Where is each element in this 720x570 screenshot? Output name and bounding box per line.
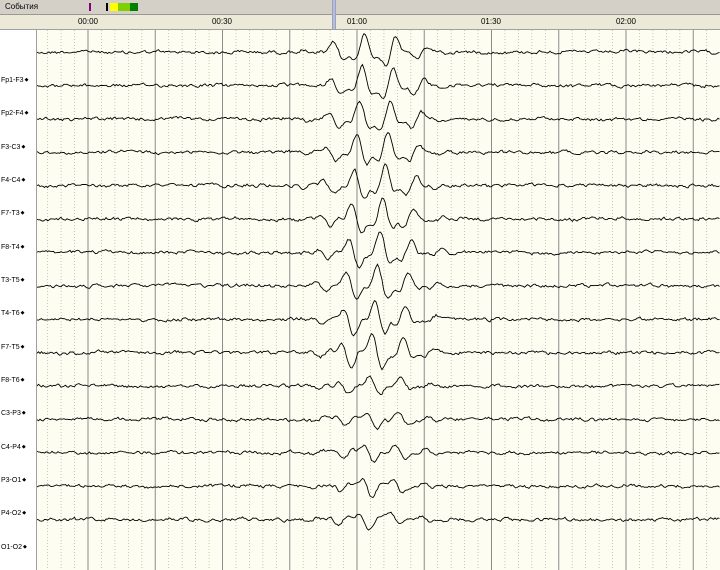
event-marker-lightgreen[interactable] [118,3,130,11]
event-marker-purple[interactable] [89,3,91,11]
playhead-cursor[interactable] [332,0,336,29]
channel-label[interactable]: F8-T4 [1,244,25,251]
eeg-trace-area[interactable] [37,30,720,570]
channel-label[interactable]: P4-O2 [1,510,26,517]
channel-label[interactable]: O1-O2 [1,544,27,551]
time-tick-label: 00:30 [211,17,233,26]
event-marker-green[interactable] [130,3,138,11]
channel-label[interactable]: F7-T5 [1,344,25,351]
channel-label-panel: Fp1-F3 Fp2-F4 F3-C3 F4-C4 F7-T3 F8-T4 T3… [0,30,37,570]
time-tick-label: 01:30 [480,17,502,26]
event-marker-yellow[interactable] [110,3,118,11]
channel-label[interactable]: T4-T6 [1,310,25,317]
time-ruler[interactable]: 00:00 00:30 01:00 01:30 02:00 [0,15,720,30]
time-tick-label: 02:00 [615,17,637,26]
event-marker-black[interactable] [106,3,108,11]
channel-label[interactable]: P3-O1 [1,477,26,484]
channel-label[interactable]: F7-T3 [1,210,25,217]
channel-label[interactable]: C3-P3 [1,410,26,417]
channel-label[interactable]: F8-T6 [1,377,25,384]
events-label: События [5,2,39,11]
time-tick-label: 01:00 [346,17,368,26]
channel-label[interactable]: T3-T5 [1,277,25,284]
grid-background [37,30,720,570]
channel-label[interactable]: Fp1-F3 [1,77,28,84]
channel-label[interactable]: F4-C4 [1,177,25,184]
channel-label[interactable]: F3-C3 [1,144,25,151]
time-tick-label: 00:00 [77,17,99,26]
channel-label[interactable]: C4-P4 [1,444,26,451]
events-bar[interactable]: События [0,0,720,15]
channel-label[interactable]: Fp2-F4 [1,110,28,117]
